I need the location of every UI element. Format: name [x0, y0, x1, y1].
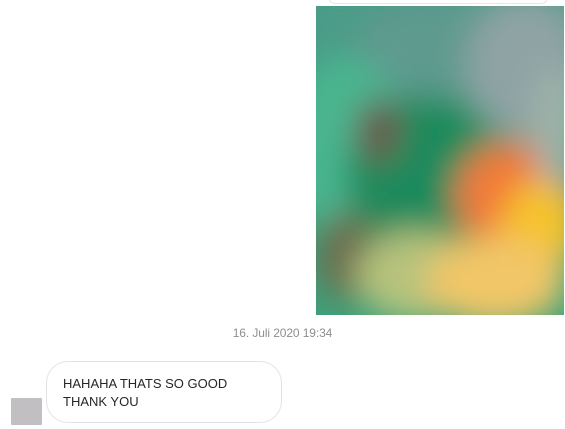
blurred-image	[316, 6, 564, 315]
sender-avatar[interactable]	[11, 398, 42, 425]
message-text-line: HAHAHA THATS SO GOOD	[63, 376, 228, 391]
message-text-line: THANK YOU	[63, 394, 139, 409]
incoming-message-bubble[interactable]: HAHAHA THATS SO GOOD THANK YOU	[46, 361, 282, 423]
sent-image-message[interactable]	[316, 6, 564, 315]
message-thread: 16. Juli 2020 19:34 HAHAHA THATS SO GOOD…	[0, 0, 565, 429]
message-timestamp: 16. Juli 2020 19:34	[232, 326, 333, 340]
previous-message-bubble[interactable]	[328, 0, 548, 4]
